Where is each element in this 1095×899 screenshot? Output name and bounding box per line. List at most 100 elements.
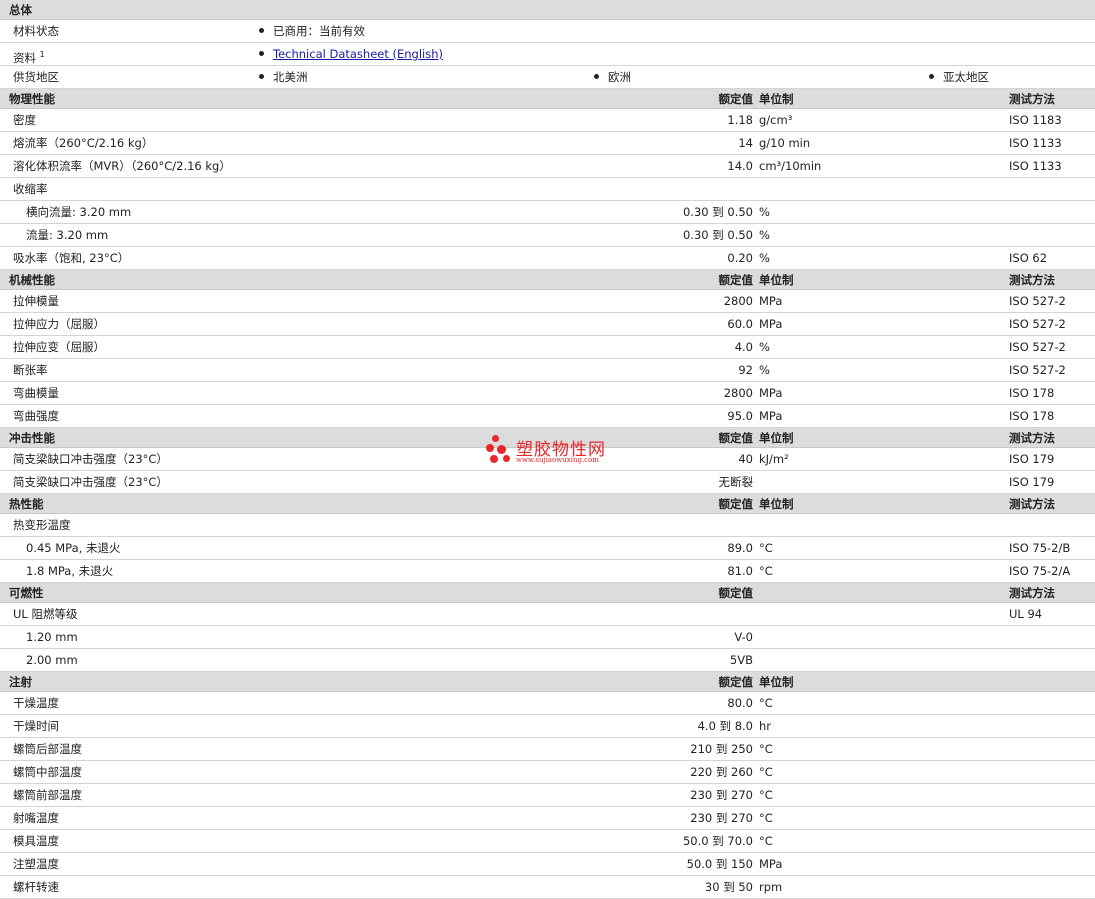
- bullet-icon: [929, 74, 934, 79]
- property-row: 拉伸应力（屈服） 60.0 MPa ISO 527-2: [0, 313, 1095, 336]
- property-name: 简支梁缺口冲击强度（23°C）: [13, 452, 168, 466]
- property-name: 收缩率: [13, 182, 48, 196]
- property-unit: °C: [759, 742, 773, 756]
- region-item: 欧洲: [594, 66, 631, 89]
- property-name: 0.45 MPa, 未退火: [26, 541, 121, 555]
- property-name: 拉伸模量: [13, 294, 59, 308]
- property-name: 弯曲强度: [13, 409, 59, 423]
- property-name: 模具温度: [13, 834, 59, 848]
- doc-item: Technical Datasheet (English): [259, 43, 443, 66]
- property-value: 81.0: [727, 564, 753, 578]
- property-row: 注塑温度 50.0 到 150 MPa: [0, 853, 1095, 876]
- property-unit: hr: [759, 719, 772, 733]
- property-row: 熔流率（260°C/2.16 kg） 14 g/10 min ISO 1133: [0, 132, 1095, 155]
- property-row: UL 阻燃等级 UL 94: [0, 603, 1095, 626]
- property-unit: %: [759, 363, 770, 377]
- property-unit: °C: [759, 834, 773, 848]
- property-test-method: ISO 75-2/A: [1009, 564, 1071, 578]
- property-row: 模具温度 50.0 到 70.0 °C: [0, 830, 1095, 853]
- header-unit: 单位制: [759, 92, 794, 106]
- property-name: 溶化体积流率（MVR）（260°C/2.16 kg）: [13, 159, 231, 173]
- property-value: V-0: [734, 630, 753, 644]
- property-row: 横向流量: 3.20 mm 0.30 到 0.50%: [0, 201, 1095, 224]
- property-unit: %: [759, 251, 770, 265]
- property-unit: °C: [759, 811, 773, 825]
- section-title: 冲击性能: [9, 431, 55, 445]
- property-name: 螺筒中部温度: [13, 765, 82, 779]
- property-value: 14: [738, 136, 753, 150]
- bullet-icon: [259, 74, 264, 79]
- property-value: 30 到 50: [704, 880, 753, 894]
- property-value: 14.0: [727, 159, 753, 173]
- property-name: 2.00 mm: [26, 653, 78, 667]
- property-unit: °C: [759, 541, 773, 555]
- property-row: 螺筒后部温度 210 到 250 °C: [0, 738, 1095, 761]
- header-value: 额定值: [718, 273, 754, 287]
- row-label: 供货地区: [13, 70, 59, 84]
- section-title: 物理性能: [9, 92, 55, 106]
- section-title: 热性能: [9, 497, 44, 511]
- property-name: 螺杆转速: [13, 880, 59, 894]
- property-row: 2.00 mm 5VB: [0, 649, 1095, 672]
- header-unit: 单位制: [759, 675, 794, 689]
- property-value: 5VB: [729, 653, 753, 667]
- header-test: 测试方法: [1009, 273, 1055, 287]
- property-value: 1.18: [727, 113, 753, 127]
- property-unit: %: [759, 228, 770, 242]
- header-test: 测试方法: [1009, 497, 1055, 511]
- property-row: 流量: 3.20 mm 0.30 到 0.50%: [0, 224, 1095, 247]
- property-value: 95.0: [727, 409, 753, 423]
- property-unit: g/cm³: [759, 113, 793, 127]
- property-test-method: ISO 1183: [1009, 113, 1062, 127]
- property-value: 92: [738, 363, 753, 377]
- property-unit: °C: [759, 765, 773, 779]
- property-name: 弯曲模量: [13, 386, 59, 400]
- property-name: 拉伸应变（屈服）: [13, 340, 105, 354]
- row-label: 材料状态: [13, 24, 59, 38]
- property-test-method: ISO 527-2: [1009, 317, 1066, 331]
- property-row: 简支梁缺口冲击强度（23°C） 无断裂 ISO 179: [0, 471, 1095, 494]
- property-test-method: ISO 1133: [1009, 159, 1062, 173]
- property-row: 干燥时间 4.0 到 8.0 hr: [0, 715, 1095, 738]
- property-name: 螺筒后部温度: [13, 742, 82, 756]
- property-test-method: ISO 527-2: [1009, 340, 1066, 354]
- property-unit: °C: [759, 788, 773, 802]
- general-row-docs: 资料 1 Technical Datasheet (English): [0, 43, 1095, 66]
- header-test: 测试方法: [1009, 586, 1055, 600]
- property-name: 流量: 3.20 mm: [26, 228, 109, 242]
- property-test-method: ISO 62: [1009, 251, 1048, 265]
- datasheet-link[interactable]: Technical Datasheet (English): [273, 47, 443, 61]
- bullet-icon: [594, 74, 599, 79]
- property-value: 230 到 270: [690, 811, 753, 825]
- property-test-method: ISO 178: [1009, 409, 1055, 423]
- property-value: 89.0: [727, 541, 753, 555]
- header-unit: 单位制: [759, 497, 794, 511]
- watermark-logo: 塑胶物性网 www.sujiaowuxing.com: [486, 435, 616, 467]
- property-test-method: ISO 179: [1009, 475, 1055, 489]
- property-name: 热变形温度: [13, 518, 71, 532]
- property-test-method: ISO 75-2/B: [1009, 541, 1071, 555]
- property-value: 0.20: [727, 251, 753, 265]
- property-test-method: ISO 179: [1009, 452, 1055, 466]
- property-value: 4.0: [734, 340, 753, 354]
- property-value: 2800: [723, 294, 753, 308]
- property-unit: °C: [759, 564, 773, 578]
- property-row: 弯曲强度 95.0 MPa ISO 178: [0, 405, 1095, 428]
- header-unit: 单位制: [759, 273, 794, 287]
- property-unit: kJ/m²: [759, 452, 789, 466]
- property-name: 密度: [13, 113, 36, 127]
- property-name: 1.20 mm: [26, 630, 78, 644]
- property-unit: MPa: [759, 294, 783, 308]
- property-test-method: ISO 527-2: [1009, 294, 1066, 308]
- property-value: 50.0 到 70.0: [682, 834, 753, 848]
- property-name: 射嘴温度: [13, 811, 59, 825]
- property-unit: °C: [759, 696, 773, 710]
- property-name: 简支梁缺口冲击强度（23°C）: [13, 475, 168, 489]
- property-value: 210 到 250: [690, 742, 753, 756]
- property-value: 4.0 到 8.0: [697, 719, 753, 733]
- property-row: 热变形温度: [0, 514, 1095, 537]
- property-row: 干燥温度 80.0 °C: [0, 692, 1095, 715]
- bullet-icon: [259, 28, 264, 33]
- property-unit: MPa: [759, 317, 783, 331]
- property-test-method: ISO 527-2: [1009, 363, 1066, 377]
